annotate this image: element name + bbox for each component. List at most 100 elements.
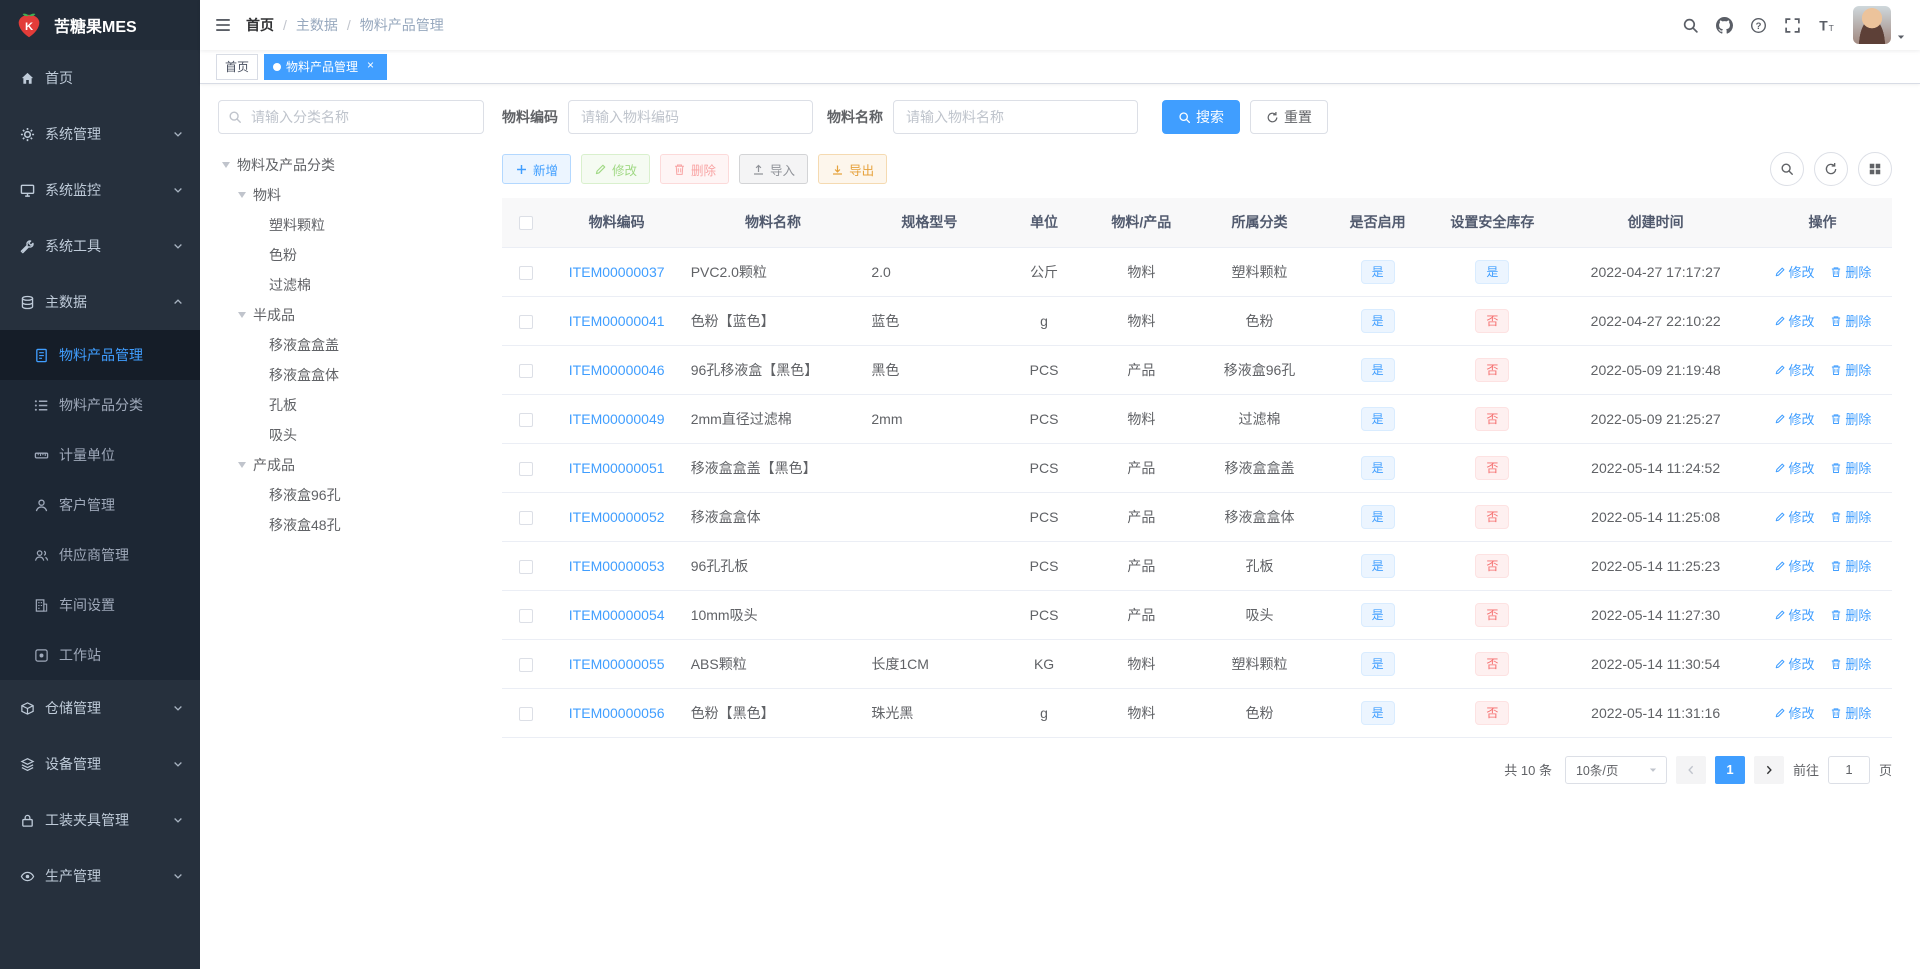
row-edit-button[interactable]: 修改 bbox=[1774, 458, 1815, 477]
fullscreen-icon[interactable] bbox=[1775, 0, 1809, 50]
row-delete-button[interactable]: 删除 bbox=[1830, 507, 1871, 526]
row-delete-button[interactable]: 删除 bbox=[1830, 556, 1871, 575]
row-checkbox[interactable] bbox=[519, 412, 534, 427]
sidebar-submenu-item[interactable]: 车间设置 bbox=[0, 580, 200, 630]
tree-node[interactable]: 过滤棉 bbox=[218, 270, 484, 300]
table-row[interactable]: ITEM00000054 10mm吸头 PCS 产品 吸头 是 否 2022-0… bbox=[502, 590, 1892, 640]
export-button[interactable]: 导出 bbox=[818, 154, 888, 184]
app-logo[interactable]: 苦糖果MES bbox=[0, 0, 200, 50]
row-edit-button[interactable]: 修改 bbox=[1774, 409, 1815, 428]
user-avatar-menu[interactable] bbox=[1853, 6, 1906, 44]
sidebar-menu-item[interactable]: 仓储管理 bbox=[0, 680, 200, 736]
next-page-button[interactable] bbox=[1753, 755, 1784, 784]
row-checkbox[interactable] bbox=[519, 510, 534, 525]
row-checkbox[interactable] bbox=[519, 657, 534, 672]
table-row[interactable]: ITEM00000053 96孔孔板 PCS 产品 孔板 是 否 2022-05… bbox=[502, 541, 1892, 591]
material-code-link[interactable]: ITEM00000052 bbox=[569, 509, 665, 525]
material-code-link[interactable]: ITEM00000054 bbox=[569, 607, 665, 623]
material-code-link[interactable]: ITEM00000049 bbox=[569, 411, 665, 427]
material-code-link[interactable]: ITEM00000055 bbox=[569, 656, 665, 672]
row-delete-button[interactable]: 删除 bbox=[1830, 458, 1871, 477]
row-checkbox[interactable] bbox=[519, 265, 534, 280]
question-icon[interactable] bbox=[1741, 0, 1775, 50]
edit-button[interactable]: 修改 bbox=[581, 154, 651, 184]
sidebar-submenu-item[interactable]: 物料产品分类 bbox=[0, 380, 200, 430]
search-button[interactable]: 搜索 bbox=[1162, 100, 1240, 134]
select-all-checkbox[interactable] bbox=[519, 216, 534, 231]
material-code-link[interactable]: ITEM00000056 bbox=[569, 705, 665, 721]
tree-node[interactable]: 物料 bbox=[218, 180, 484, 210]
page-size-select[interactable]: 10条/页 bbox=[1564, 755, 1667, 784]
material-code-link[interactable]: ITEM00000046 bbox=[569, 362, 665, 378]
sidebar-menu-item[interactable]: 系统管理 bbox=[0, 106, 200, 162]
sidebar-toggle-button[interactable] bbox=[200, 0, 246, 50]
row-edit-button[interactable]: 修改 bbox=[1774, 311, 1815, 330]
table-row[interactable]: ITEM00000041 色粉【蓝色】 蓝色 g 物料 色粉 是 否 2022-… bbox=[502, 296, 1892, 346]
material-code-link[interactable]: ITEM00000053 bbox=[569, 558, 665, 574]
material-code-link[interactable]: ITEM00000037 bbox=[569, 264, 665, 280]
tree-node[interactable]: 塑料颗粒 bbox=[218, 210, 484, 240]
row-edit-button[interactable]: 修改 bbox=[1774, 507, 1815, 526]
sidebar-submenu-item[interactable]: 计量单位 bbox=[0, 430, 200, 480]
sidebar-menu-item[interactable]: 设备管理 bbox=[0, 736, 200, 792]
sidebar-submenu-item[interactable]: 物料产品管理 bbox=[0, 330, 200, 380]
material-code-input[interactable] bbox=[568, 100, 813, 134]
column-settings-button[interactable] bbox=[1858, 152, 1892, 186]
row-edit-button[interactable]: 修改 bbox=[1774, 556, 1815, 575]
table-row[interactable]: ITEM00000055 ABS颗粒 长度1CM KG 物料 塑料颗粒 是 否 … bbox=[502, 639, 1892, 689]
font-size-icon[interactable] bbox=[1809, 0, 1843, 50]
sidebar-menu-item[interactable]: 系统工具 bbox=[0, 218, 200, 274]
prev-page-button[interactable] bbox=[1675, 755, 1706, 784]
table-row[interactable]: ITEM00000052 移液盒盒体 PCS 产品 移液盒盒体 是 否 2022… bbox=[502, 492, 1892, 542]
tree-node[interactable]: 吸头 bbox=[218, 420, 484, 450]
row-edit-button[interactable]: 修改 bbox=[1774, 262, 1815, 281]
row-delete-button[interactable]: 删除 bbox=[1830, 605, 1871, 624]
search-icon[interactable] bbox=[1673, 0, 1707, 50]
tab-tag[interactable]: 物料产品管理 × bbox=[264, 53, 388, 80]
row-checkbox[interactable] bbox=[519, 363, 534, 378]
row-delete-button[interactable]: 删除 bbox=[1830, 311, 1871, 330]
breadcrumb-item[interactable]: 物料产品管理/ bbox=[360, 15, 444, 35]
row-delete-button[interactable]: 删除 bbox=[1830, 703, 1871, 722]
material-code-link[interactable]: ITEM00000051 bbox=[569, 460, 665, 476]
category-search-input[interactable] bbox=[218, 100, 484, 134]
breadcrumb-item[interactable]: 首页 / bbox=[246, 15, 296, 35]
table-row[interactable]: ITEM00000056 色粉【黑色】 珠光黑 g 物料 色粉 是 否 2022… bbox=[502, 688, 1892, 738]
row-checkbox[interactable] bbox=[519, 314, 534, 329]
material-code-link[interactable]: ITEM00000041 bbox=[569, 313, 665, 329]
row-checkbox[interactable] bbox=[519, 706, 534, 721]
table-row[interactable]: ITEM00000046 96孔移液盒【黑色】 黑色 PCS 产品 移液盒96孔… bbox=[502, 345, 1892, 395]
tree-node[interactable]: 色粉 bbox=[218, 240, 484, 270]
row-delete-button[interactable]: 删除 bbox=[1830, 360, 1871, 379]
goto-page-input[interactable] bbox=[1827, 755, 1870, 784]
close-icon[interactable]: × bbox=[363, 59, 378, 74]
page-number-button[interactable]: 1 bbox=[1714, 755, 1745, 784]
table-row[interactable]: ITEM00000037 PVC2.0颗粒 2.0 公斤 物料 塑料颗粒 是 是… bbox=[502, 247, 1892, 297]
delete-button[interactable]: 删除 bbox=[660, 154, 730, 184]
row-delete-button[interactable]: 删除 bbox=[1830, 654, 1871, 673]
sidebar-menu-item[interactable]: 首页 bbox=[0, 50, 200, 106]
github-icon[interactable] bbox=[1707, 0, 1741, 50]
tree-node[interactable]: 孔板 bbox=[218, 390, 484, 420]
tree-node[interactable]: 移液盒盒体 bbox=[218, 360, 484, 390]
add-button[interactable]: 新增 bbox=[502, 154, 572, 184]
import-button[interactable]: 导入 bbox=[739, 154, 809, 184]
tree-node[interactable]: 移液盒96孔 bbox=[218, 480, 484, 510]
sidebar-submenu-item[interactable]: 供应商管理 bbox=[0, 530, 200, 580]
row-edit-button[interactable]: 修改 bbox=[1774, 605, 1815, 624]
row-checkbox[interactable] bbox=[519, 608, 534, 623]
sidebar-submenu-item[interactable]: 客户管理 bbox=[0, 480, 200, 530]
table-row[interactable]: ITEM00000049 2mm直径过滤棉 2mm PCS 物料 过滤棉 是 否… bbox=[502, 394, 1892, 444]
row-edit-button[interactable]: 修改 bbox=[1774, 654, 1815, 673]
row-delete-button[interactable]: 删除 bbox=[1830, 262, 1871, 281]
row-edit-button[interactable]: 修改 bbox=[1774, 703, 1815, 722]
row-checkbox[interactable] bbox=[519, 461, 534, 476]
material-name-input[interactable] bbox=[893, 100, 1138, 134]
tree-node[interactable]: 产成品 bbox=[218, 450, 484, 480]
table-row[interactable]: ITEM00000051 移液盒盒盖【黑色】 PCS 产品 移液盒盒盖 是 否 … bbox=[502, 443, 1892, 493]
row-checkbox[interactable] bbox=[519, 559, 534, 574]
tab-tag[interactable]: 首页 × bbox=[216, 53, 259, 80]
tree-node[interactable]: 半成品 bbox=[218, 300, 484, 330]
toggle-search-button[interactable] bbox=[1770, 152, 1804, 186]
tree-node[interactable]: 物料及产品分类 bbox=[218, 150, 484, 180]
